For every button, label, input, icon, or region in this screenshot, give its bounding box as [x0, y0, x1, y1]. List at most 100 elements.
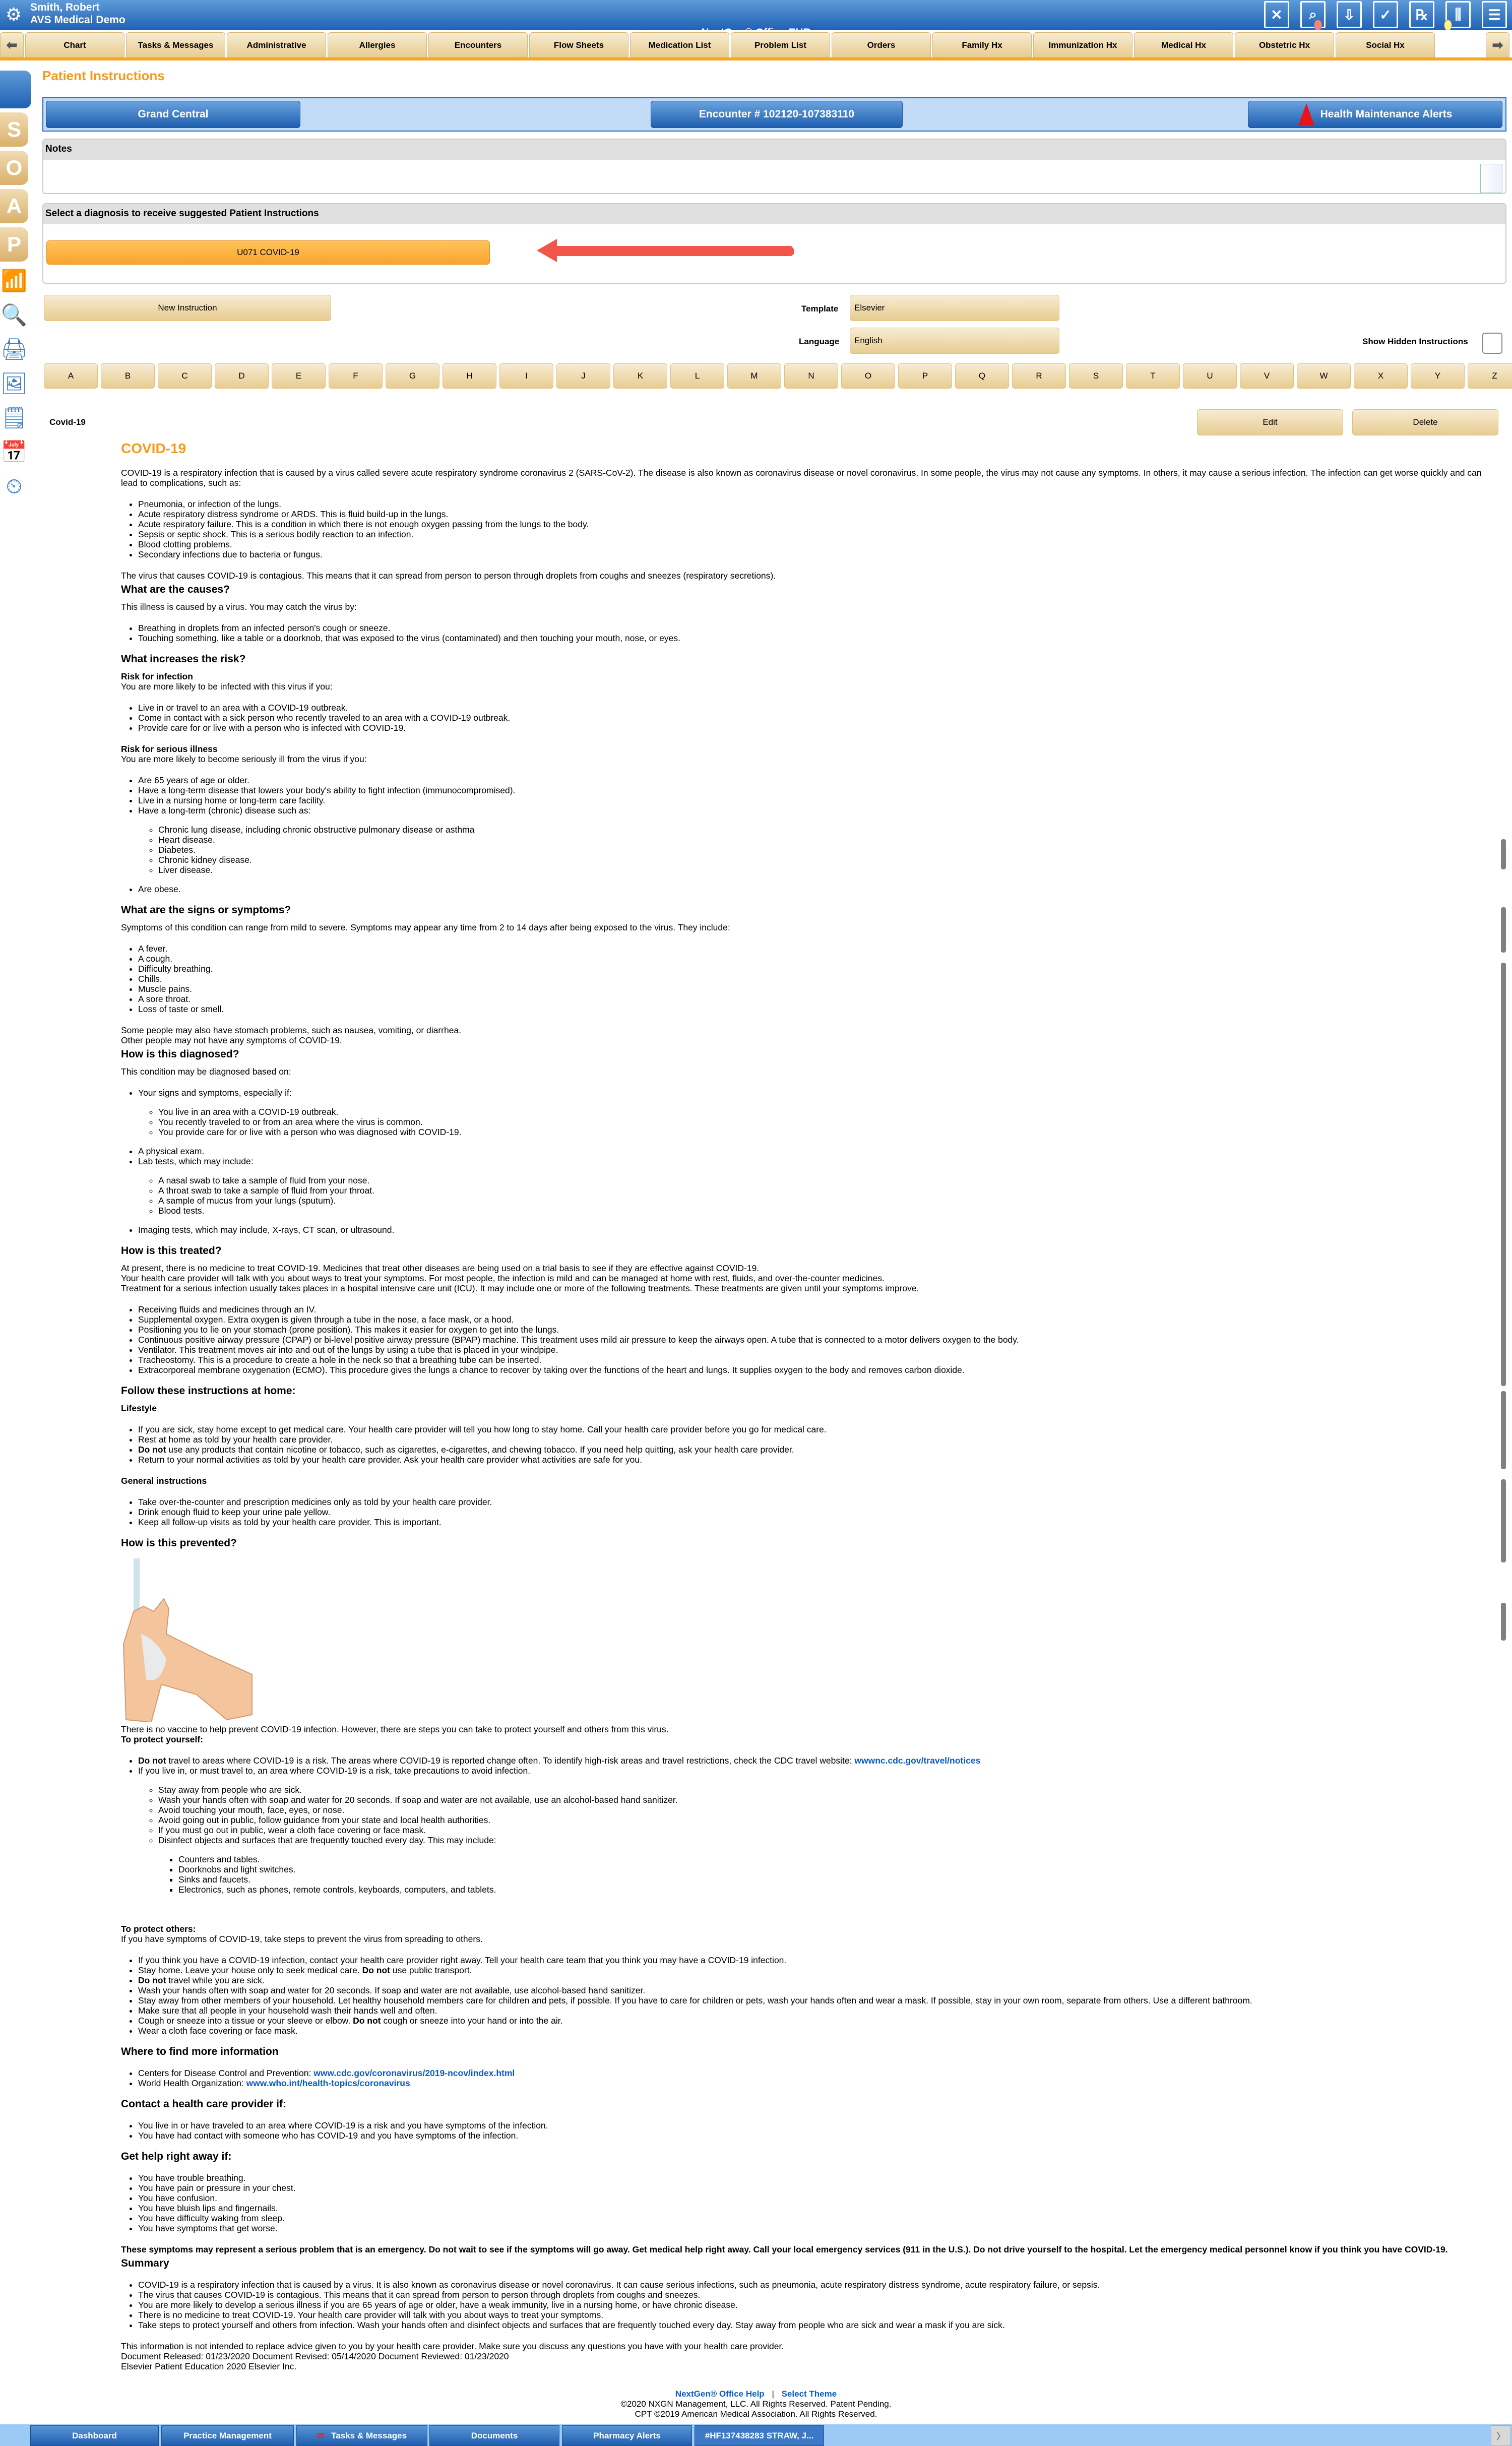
help-link[interactable]: NextGen® Office Help — [675, 2389, 765, 2399]
appointment-check-icon[interactable]: ✓ — [1373, 1, 1398, 28]
scrollbar-segment[interactable] — [1501, 1603, 1506, 1641]
who-link[interactable]: www.who.int/health-topics/coronavirus — [246, 2078, 410, 2088]
letter-filter-l[interactable]: L — [670, 363, 724, 389]
letter-filter-e[interactable]: E — [272, 363, 326, 389]
search-chart-icon[interactable]: ⌕ — [1300, 1, 1326, 31]
prevention-text: There is no vaccine to help prevent COVI… — [121, 1724, 669, 1734]
taskbar-patient-chart[interactable]: #HF137438283 STRAW, J... — [695, 2425, 824, 2446]
letter-filter-c[interactable]: C — [158, 363, 212, 389]
calendar-check-icon[interactable]: 📅 — [0, 437, 28, 467]
letter-filter-h[interactable]: H — [443, 363, 496, 389]
doc-contagious: The virus that causes COVID-19 is contag… — [121, 571, 776, 581]
letter-filter-m[interactable]: M — [727, 363, 781, 389]
letter-filter-k[interactable]: K — [613, 363, 667, 389]
show-hidden-checkbox[interactable] — [1482, 333, 1502, 354]
letter-filter-f[interactable]: F — [329, 363, 383, 389]
tab-tasks-messages[interactable]: Tasks & Messages — [126, 32, 225, 57]
list-menu-icon[interactable]: ☰ — [1482, 1, 1507, 28]
tab-family-hx[interactable]: Family Hx — [932, 32, 1032, 57]
list-item-text: Disinfect objects and surfaces that are … — [158, 1835, 496, 1845]
letter-filter-r[interactable]: R — [1012, 363, 1066, 389]
soap-o[interactable]: O — [0, 151, 28, 185]
settings-gear-icon[interactable]: ⚙ — [4, 5, 23, 24]
tab-chart[interactable]: Chart — [25, 32, 124, 57]
letter-filter-t[interactable]: T — [1126, 363, 1180, 389]
tab-flow-sheets[interactable]: Flow Sheets — [529, 32, 628, 57]
close-chart-icon[interactable]: ✕ — [1264, 1, 1289, 28]
tab-medical-hx[interactable]: Medical Hx — [1134, 32, 1233, 57]
select-theme-link[interactable]: Select Theme — [782, 2389, 837, 2399]
letter-filter-o[interactable]: O — [841, 363, 895, 389]
diagnosis-label: Select a diagnosis to receive suggested … — [43, 204, 1505, 224]
letter-filter-q[interactable]: Q — [955, 363, 1009, 389]
wireless-icon[interactable]: 📶 — [0, 266, 28, 296]
tab-social-hx[interactable]: Social Hx — [1336, 32, 1435, 57]
letter-filter-z[interactable]: Z — [1468, 363, 1512, 389]
letter-filter-p[interactable]: P — [898, 363, 952, 389]
taskbar-scroll-right[interactable]: 〉 — [1491, 2425, 1511, 2446]
list-item: You have pain or pressure in your chest. — [138, 2183, 1492, 2193]
inbox-icon[interactable]: ⇩ — [1337, 1, 1362, 28]
scrollbar-segment[interactable] — [1501, 839, 1506, 869]
scrollbar-thumb[interactable] — [1501, 963, 1506, 1386]
letter-filter-i[interactable]: I — [499, 363, 553, 389]
scrollbar-segment[interactable] — [1501, 1479, 1506, 1562]
delete-button[interactable]: Delete — [1352, 409, 1498, 435]
cdc-travel-link[interactable]: wwwnc.cdc.gov/travel/notices — [854, 1755, 980, 1766]
letter-filter-v[interactable]: V — [1240, 363, 1294, 389]
grand-central-button[interactable]: Grand Central — [46, 101, 300, 128]
tab-orders[interactable]: Orders — [832, 32, 931, 57]
tabs-scroll-right[interactable]: ➡ — [1486, 32, 1509, 57]
risk-serious-list: Are 65 years of age or older. Have a lon… — [138, 775, 1492, 894]
scrollbar-segment[interactable] — [1501, 1391, 1506, 1469]
tab-encounters[interactable]: Encounters — [428, 32, 528, 57]
health-maintenance-alerts-button[interactable]: Health Maintenance Alerts — [1248, 101, 1502, 128]
letter-filter-j[interactable]: J — [556, 363, 610, 389]
edit-button[interactable]: Edit — [1197, 409, 1343, 435]
letter-filter-s[interactable]: S — [1069, 363, 1123, 389]
search-icon[interactable]: 🔍 — [0, 300, 28, 330]
notepad-icon[interactable]: 🗒 — [0, 403, 28, 433]
tab-administrative[interactable]: Administrative — [227, 32, 326, 57]
diagnosis-covid19-button[interactable]: U071 COVID-19 — [46, 240, 490, 265]
scrollbar-segment[interactable] — [1501, 907, 1506, 953]
letter-filter-x[interactable]: X — [1354, 363, 1408, 389]
letter-filter-w[interactable]: W — [1297, 363, 1351, 389]
lifestyle-list: If you are sick, stay home except to get… — [138, 1424, 1492, 1465]
new-instruction-button[interactable]: New Instruction — [44, 295, 331, 321]
tabs-scroll-left[interactable]: ⬅ — [0, 32, 24, 57]
risk-infection-heading: Risk for infection — [121, 671, 193, 681]
letter-filter-g[interactable]: G — [386, 363, 439, 389]
template-select[interactable]: Elsevier — [850, 295, 1059, 321]
letter-filter-b[interactable]: B — [101, 363, 155, 389]
soap-p[interactable]: P — [0, 227, 28, 262]
notes-document-icon[interactable] — [1480, 164, 1502, 193]
image-folder-icon[interactable]: 🖼 — [0, 368, 28, 399]
encounter-button[interactable]: Encounter # 102120-107383110 — [651, 101, 903, 128]
letter-filter-u[interactable]: U — [1183, 363, 1237, 389]
tab-allergies[interactable]: Allergies — [328, 32, 427, 57]
encounter-bar: Grand Central Encounter # 102120-1073831… — [42, 97, 1506, 132]
soap-s[interactable]: S — [0, 112, 28, 147]
letter-filter-d[interactable]: D — [215, 363, 269, 389]
tab-problem-list[interactable]: Problem List — [731, 32, 830, 57]
lab-tubes-icon[interactable]: ⫼ — [1444, 1, 1471, 31]
tab-medication-list[interactable]: Medication List — [630, 32, 729, 57]
tab-obstetric-hx[interactable]: Obstetric Hx — [1235, 32, 1334, 57]
taskbar-tasks-messages[interactable]: ✉ Tasks & Messages — [296, 2425, 427, 2446]
soap-a[interactable]: A — [0, 189, 28, 223]
language-select[interactable]: English — [850, 328, 1059, 354]
rail-menu-handle[interactable] — [0, 71, 31, 108]
taskbar-practice-management[interactable]: Practice Management — [161, 2425, 294, 2446]
tab-immunization-hx[interactable]: Immunization Hx — [1033, 32, 1132, 57]
taskbar-dashboard[interactable]: Dashboard — [30, 2425, 159, 2446]
letter-filter-a[interactable]: A — [44, 363, 98, 389]
letter-filter-y[interactable]: Y — [1411, 363, 1465, 389]
speedometer-icon[interactable]: ⏲ — [0, 471, 28, 501]
printer-icon[interactable]: 🖨 — [0, 334, 28, 364]
taskbar-pharmacy-alerts[interactable]: Pharmacy Alerts — [562, 2425, 692, 2446]
prescription-icon[interactable]: ℞ — [1409, 1, 1434, 28]
taskbar-documents[interactable]: Documents — [429, 2425, 559, 2446]
cdc-link[interactable]: www.cdc.gov/coronavirus/2019-ncov/index.… — [313, 2068, 515, 2078]
letter-filter-n[interactable]: N — [784, 363, 838, 389]
